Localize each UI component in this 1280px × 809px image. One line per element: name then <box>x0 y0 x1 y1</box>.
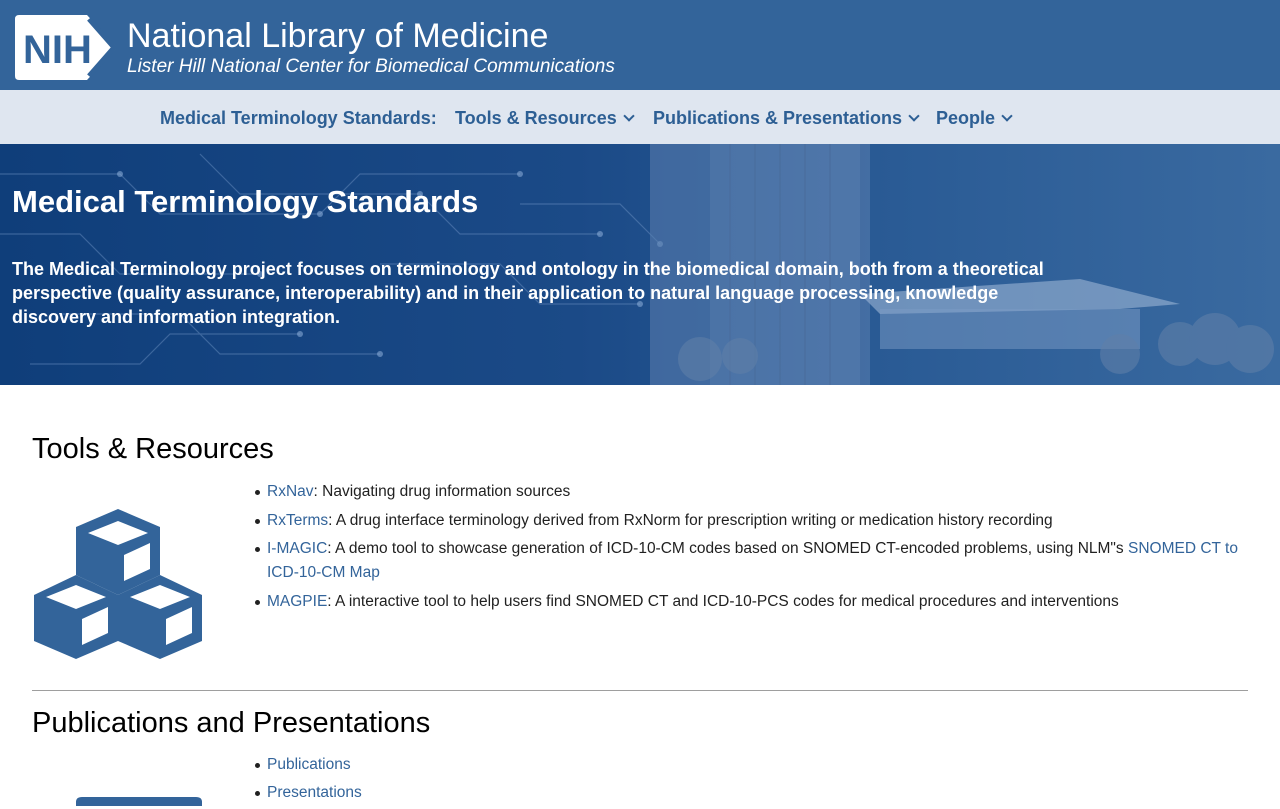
tools-list: RxNav: Navigating drug information sourc… <box>249 480 1249 618</box>
list-item: MAGPIE: A interactive tool to help users… <box>249 590 1249 614</box>
cubes-icon <box>34 509 202 659</box>
list-item-text: : Navigating drug information sources <box>313 483 571 500</box>
hero-description: The Medical Terminology project focuses … <box>12 259 1044 327</box>
list-item: RxNav: Navigating drug information sourc… <box>249 480 1249 504</box>
main-nav: Medical Terminology Standards: Tools & R… <box>0 90 1280 144</box>
section-divider <box>32 690 1248 691</box>
publications-list: Publications Presentations <box>249 753 1249 809</box>
chevron-down-icon <box>1001 110 1013 122</box>
list-item: RxTerms: A drug interface terminology de… <box>249 509 1249 533</box>
chevron-down-icon <box>623 110 635 122</box>
magpie-link[interactable]: MAGPIE <box>267 593 327 610</box>
nav-item-tools-resources[interactable]: Tools & Resources <box>455 90 635 144</box>
page-title: Medical Terminology Standards <box>12 184 479 219</box>
publications-link[interactable]: Publications <box>267 756 351 773</box>
nav-item-label: Tools & Resources <box>455 108 617 128</box>
nav-item-medical-terminology-standards[interactable]: Medical Terminology Standards: <box>160 90 437 144</box>
list-item-text: : A interactive tool to help users find … <box>327 592 1119 610</box>
nih-logo[interactable]: NIH <box>15 15 117 80</box>
list-item-text: : A demo tool to showcase generation of … <box>327 540 1128 557</box>
site-header: NIH National Library of Medicine Lister … <box>0 0 1280 90</box>
i-magic-link[interactable]: I-MAGIC <box>267 540 327 557</box>
list-item: Publications <box>249 753 1249 777</box>
nav-item-label: Publications & Presentations <box>653 108 903 128</box>
presentations-link[interactable]: Presentations <box>267 784 362 801</box>
nav-item-publications-presentations[interactable]: Publications & Presentations <box>653 90 920 144</box>
publications-icon <box>76 797 202 806</box>
rxnav-link[interactable]: RxNav <box>267 483 314 500</box>
nav-item-label: People <box>936 108 996 128</box>
tools-resources-heading: Tools & Resources <box>32 433 274 465</box>
publications-heading: Publications and Presentations <box>32 707 431 739</box>
hero-banner: Medical Terminology Standards The Medica… <box>0 144 1280 385</box>
svg-text:NIH: NIH <box>23 28 92 72</box>
list-item-text: : A drug interface terminology derived f… <box>328 511 1053 529</box>
chevron-down-icon <box>908 110 920 122</box>
org-title[interactable]: National Library of Medicine <box>127 15 548 57</box>
list-item: I-MAGIC: A demo tool to showcase generat… <box>249 537 1249 585</box>
nav-item-people[interactable]: People <box>936 90 1013 144</box>
org-subtitle: Lister Hill National Center for Biomedic… <box>127 56 615 77</box>
rxterms-link[interactable]: RxTerms <box>267 512 328 529</box>
list-item: Presentations <box>249 781 1249 805</box>
nav-item-label: Medical Terminology Standards: <box>160 108 437 128</box>
